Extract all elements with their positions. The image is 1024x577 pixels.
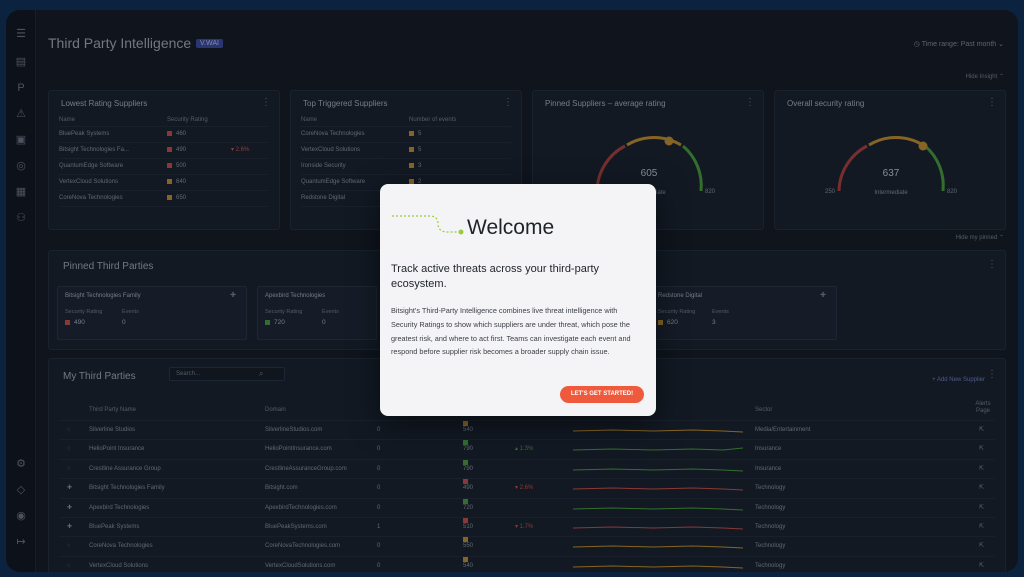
modal-body: Bitsight's Third-Party Intelligence comb… [391, 306, 631, 357]
decorative-line-icon [392, 215, 464, 235]
modal-title: Welcome [467, 216, 555, 239]
app-window: ☰ ▤ P ⚠ ▣ ◎ ▦ ⚇ ⚙ ◇ ◉ ↦ Third Party Inte… [6, 10, 1018, 572]
get-started-button[interactable]: LET'S GET STARTED! [560, 386, 644, 403]
modal-headline: Track active threats across your third-p… [391, 263, 600, 290]
welcome-modal: Welcome Track active threats across your… [380, 184, 656, 416]
